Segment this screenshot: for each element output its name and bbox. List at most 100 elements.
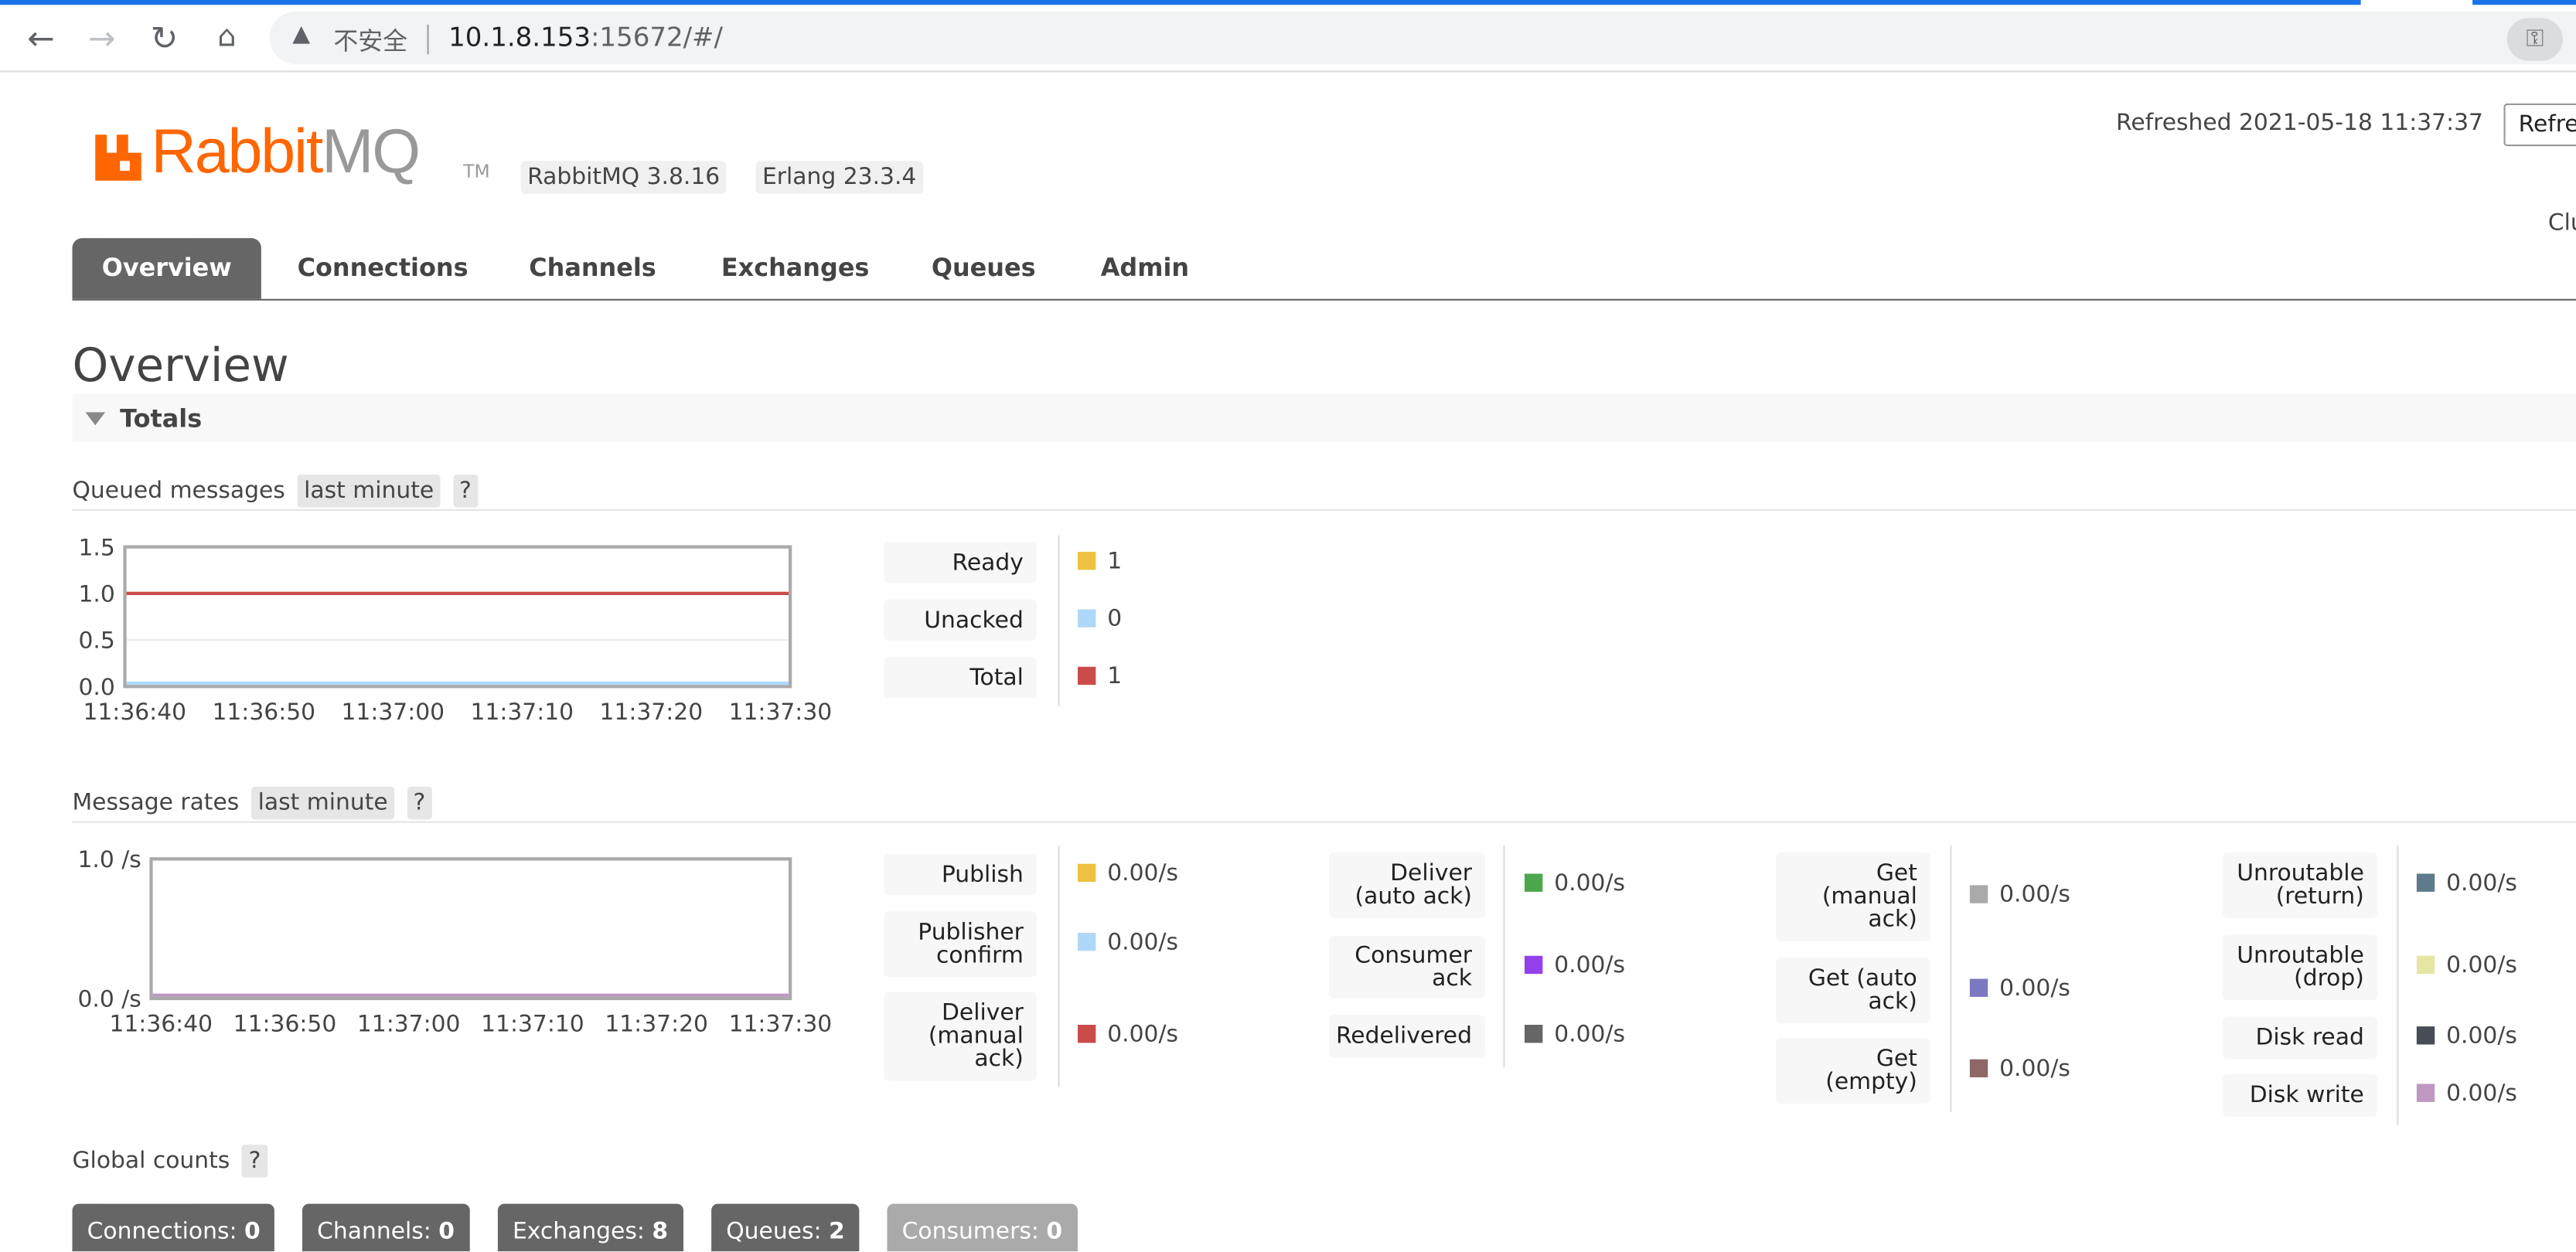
back-icon[interactable]: ← [22,18,61,57]
refresh-interval-select[interactable]: Refre [2503,103,2576,147]
legend-label: Deliver (manual ack) [884,992,1037,1081]
url-text[interactable]: 10.1.8.153:15672/#/ [448,22,723,53]
queued-chart-x-tick-label: 11:36:40 [83,699,186,726]
legend-swatch[interactable] [2416,1084,2435,1102]
legend-separator [1503,845,1505,1068]
legend-value-text: 0.00/s [2446,952,2517,979]
legend-swatch[interactable] [1525,955,1543,975]
exchanges-count-button[interactable]: Exchanges: 8 [497,1203,683,1252]
erlang-version-badge: Erlang 23.3.4 [755,161,923,194]
tab-exchanges[interactable]: Exchanges [692,238,899,299]
legend-label-text: Deliver (manual ack) [928,1000,1024,1073]
legend-swatch[interactable] [1078,665,1096,685]
url-path: :15672/#/ [590,21,723,53]
queued-help-button[interactable]: ? [452,475,479,508]
legend-swatch[interactable] [1525,873,1543,892]
legend-swatch[interactable] [2416,955,2435,975]
legend-swatch[interactable] [1078,608,1096,627]
legend-label-text: Get (manual ack) [1821,860,1917,933]
connections-count-button[interactable]: Connections: 0 [72,1203,275,1252]
legend-value: 0.00/s [1969,882,2070,908]
logo-trademark: TM [463,161,490,182]
queued-chart-x-tick-label: 11:36:50 [212,699,315,726]
consumers-count-button[interactable]: Consumers: 0 [887,1203,1078,1252]
legend-separator [2397,845,2399,1125]
legend-label: Unacked [884,599,1037,641]
legend-label-text: Redelivered [1335,1022,1472,1050]
legend-label: Get (empty) [1776,1038,1930,1104]
legend-swatch[interactable] [1525,1025,1543,1043]
address-bar[interactable]: ▲ 不安全 10.1.8.153:15672/#/ [269,11,2576,64]
legend-value-text: 0 [1107,605,1123,632]
legend-label: Redelivered [1329,1015,1485,1058]
legend-separator [1058,845,1060,1087]
legend-value-text: 0.00/s [1999,975,2070,1002]
legend-value: 0.00/s [2416,1080,2517,1107]
browser-toolbar: ← → ↻ ⌂ ▲ 不安全 10.1.8.153:15672/#/ ⚿ [0,5,2576,73]
legend-value-text: 0.00/s [2446,1022,2517,1050]
reload-icon[interactable]: ↻ [145,18,184,57]
tab-overview[interactable]: Overview [72,238,262,299]
legend-swatch[interactable] [1078,550,1096,570]
global-counts-help-button[interactable]: ? [242,1145,267,1178]
legend-label-text: Disk read [2255,1025,2364,1051]
tab-channels[interactable]: Channels [499,238,686,299]
totals-section-header[interactable]: Totals [72,394,2576,442]
legend-swatch[interactable] [1078,933,1096,951]
key-icon[interactable]: ⚿ [2506,18,2563,61]
queued-chart-y-tick-label: 0.5 [78,628,114,655]
legend-value: 0.00/s [2416,870,2517,896]
queued-range-selector[interactable]: last minute [297,475,441,508]
rates-chart-x-tick-label: 11:36:40 [109,1011,213,1038]
legend-value: 1 [1078,662,1122,689]
queued-chart-x-tick-label: 11:37:20 [600,699,704,726]
rates-chart-x-tick-label: 11:36:50 [233,1011,337,1038]
legend-label-text: Publish [941,861,1024,888]
queued-chart-y-tick-label: 1.0 [78,580,114,607]
legend-value-text: 0.00/s [1107,929,1179,956]
forward-icon[interactable]: → [82,18,121,57]
rates-range-selector[interactable]: last minute [251,786,395,820]
home-icon[interactable]: ⌂ [207,18,247,57]
legend-value: 0.00/s [1525,953,1625,979]
page-title: Overview [72,338,289,393]
count-value: 0 [1046,1218,1063,1245]
legend-label-text: Unroutable (drop) [2237,942,2364,992]
rabbit-logo-icon [95,134,141,181]
legend-separator [1950,845,1952,1112]
count-value: 2 [828,1218,845,1245]
legend-label: Consumer ack [1329,936,1485,999]
legend-label: Get (manual ack) [1776,852,1930,941]
legend-swatch[interactable] [1078,1025,1096,1043]
logo-mq: MQ [322,118,421,188]
legend-swatch[interactable] [1969,978,1988,997]
message-rates-label: Message rates [72,790,240,817]
url-host: 10.1.8.153 [448,21,591,53]
legend-swatch[interactable] [1078,862,1096,882]
legend-label: Disk write [2223,1073,2377,1117]
queues-count-button[interactable]: Queues: 2 [711,1203,860,1252]
legend-swatch[interactable] [2416,873,2435,892]
legend-value-text: 0.00/s [1107,1021,1179,1048]
legend-label: Get (auto ack) [1776,957,1930,1023]
rates-help-button[interactable]: ? [407,786,432,820]
count-label: Connections: [87,1218,237,1245]
legend-value: 0.00/s [1969,975,2070,1002]
legend-label: Publisher confirm [884,911,1037,978]
cluster-name: Clu [2547,210,2576,236]
legend-swatch[interactable] [1969,1059,1988,1077]
legend-label: Publish [884,854,1037,896]
channels-count-button[interactable]: Channels: 0 [302,1203,470,1252]
legend-value-text: 0.00/s [1107,859,1179,886]
legend-swatch[interactable] [2416,1026,2435,1045]
rates-chart-x-tick-label: 11:37:00 [357,1011,461,1038]
legend-swatch[interactable] [1969,885,1988,903]
queued-messages-label: Queued messages [72,478,285,505]
warning-icon: ▲ [292,21,311,48]
tab-queues[interactable]: Queues [902,238,1065,299]
global-counts-label: Global counts [72,1148,230,1175]
legend-value: 0.00/s [2416,1022,2517,1050]
tab-admin[interactable]: Admin [1072,238,1219,299]
tab-connections[interactable]: Connections [267,238,497,299]
legend-label-text: Ready [952,549,1024,576]
